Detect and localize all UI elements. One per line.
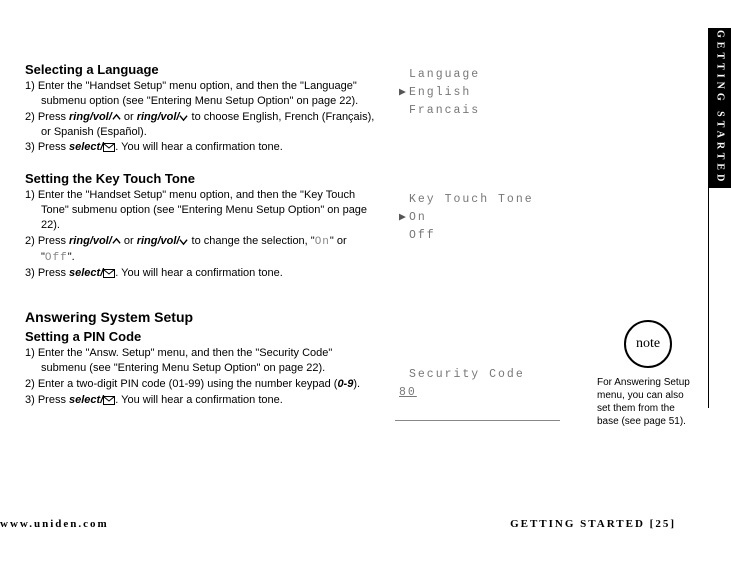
sec1-item2: 2) Press ring/vol/ or ring/vol/ to choos… [25,110,375,140]
lcd1-row2: English [409,84,471,102]
list-selecting-language: 1) Enter the "Handset Setup" menu option… [25,79,375,155]
pointer-icon: ▶ [399,84,409,102]
pointer-icon: ▶ [399,209,409,227]
heading-key-touch-tone: Setting the Key Touch Tone [25,171,375,186]
lcd3-row1: Security Code [409,366,525,384]
lcd2-row2: On [409,209,427,227]
lcd3-row2: 80 [399,384,417,402]
sec2-item3: 3) Press select/. You will hear a confir… [25,266,375,281]
lcd-language: Language ▶English Francais [395,60,555,125]
page: GETTING STARTED Selecting a Language 1) … [0,0,731,565]
vertical-rule [708,28,709,408]
note-icon: note [624,320,672,368]
sec3-item3: 3) Press select/. You will hear a confir… [25,393,375,408]
sec1-item1: 1) Enter the "Handset Setup" menu option… [25,79,375,109]
lcd-key-touch: Key Touch Tone ▶On Off [395,185,555,250]
envelope-icon [103,396,115,405]
up-arrow-icon [112,237,121,246]
envelope-icon [103,269,115,278]
lcd2-row3: Off [409,227,436,245]
note-text: For Answering Setup menu, you can also s… [597,376,699,428]
heading-selecting-language: Selecting a Language [25,62,375,77]
footer-url: www.uniden.com [0,518,109,530]
lcd2-row1: Key Touch Tone [409,191,534,209]
sec2-item1: 1) Enter the "Handset Setup" menu option… [25,188,375,233]
heading-answering-system: Answering System Setup [25,309,375,325]
main-content: Selecting a Language 1) Enter the "Hands… [25,52,375,409]
side-tab: GETTING STARTED [709,28,731,188]
down-arrow-icon [179,113,188,122]
heading-pin-code: Setting a PIN Code [25,329,375,344]
sec3-item1: 1) Enter the "Answ. Setup" menu, and the… [25,346,375,376]
sec1-item3: 3) Press select/. You will hear a confir… [25,140,375,155]
note-block: note For Answering Setup menu, you can a… [597,320,699,428]
side-tab-label: GETTING STARTED [715,30,726,185]
lcd-security: Security Code 80 [395,360,560,421]
sec2-item2: 2) Press ring/vol/ or ring/vol/ to chang… [25,234,375,266]
list-pin-code: 1) Enter the "Answ. Setup" menu, and the… [25,346,375,407]
envelope-icon [103,143,115,152]
footer: www.uniden.com GETTING STARTED [25] [0,518,731,530]
up-arrow-icon [112,113,121,122]
down-arrow-icon [179,237,188,246]
lcd1-row1: Language [409,66,480,84]
lcd1-row3: Francais [409,102,480,120]
sec3-item2: 2) Enter a two-digit PIN code (01-99) us… [25,377,375,392]
list-key-touch-tone: 1) Enter the "Handset Setup" menu option… [25,188,375,281]
footer-page: GETTING STARTED [25] [510,518,676,530]
